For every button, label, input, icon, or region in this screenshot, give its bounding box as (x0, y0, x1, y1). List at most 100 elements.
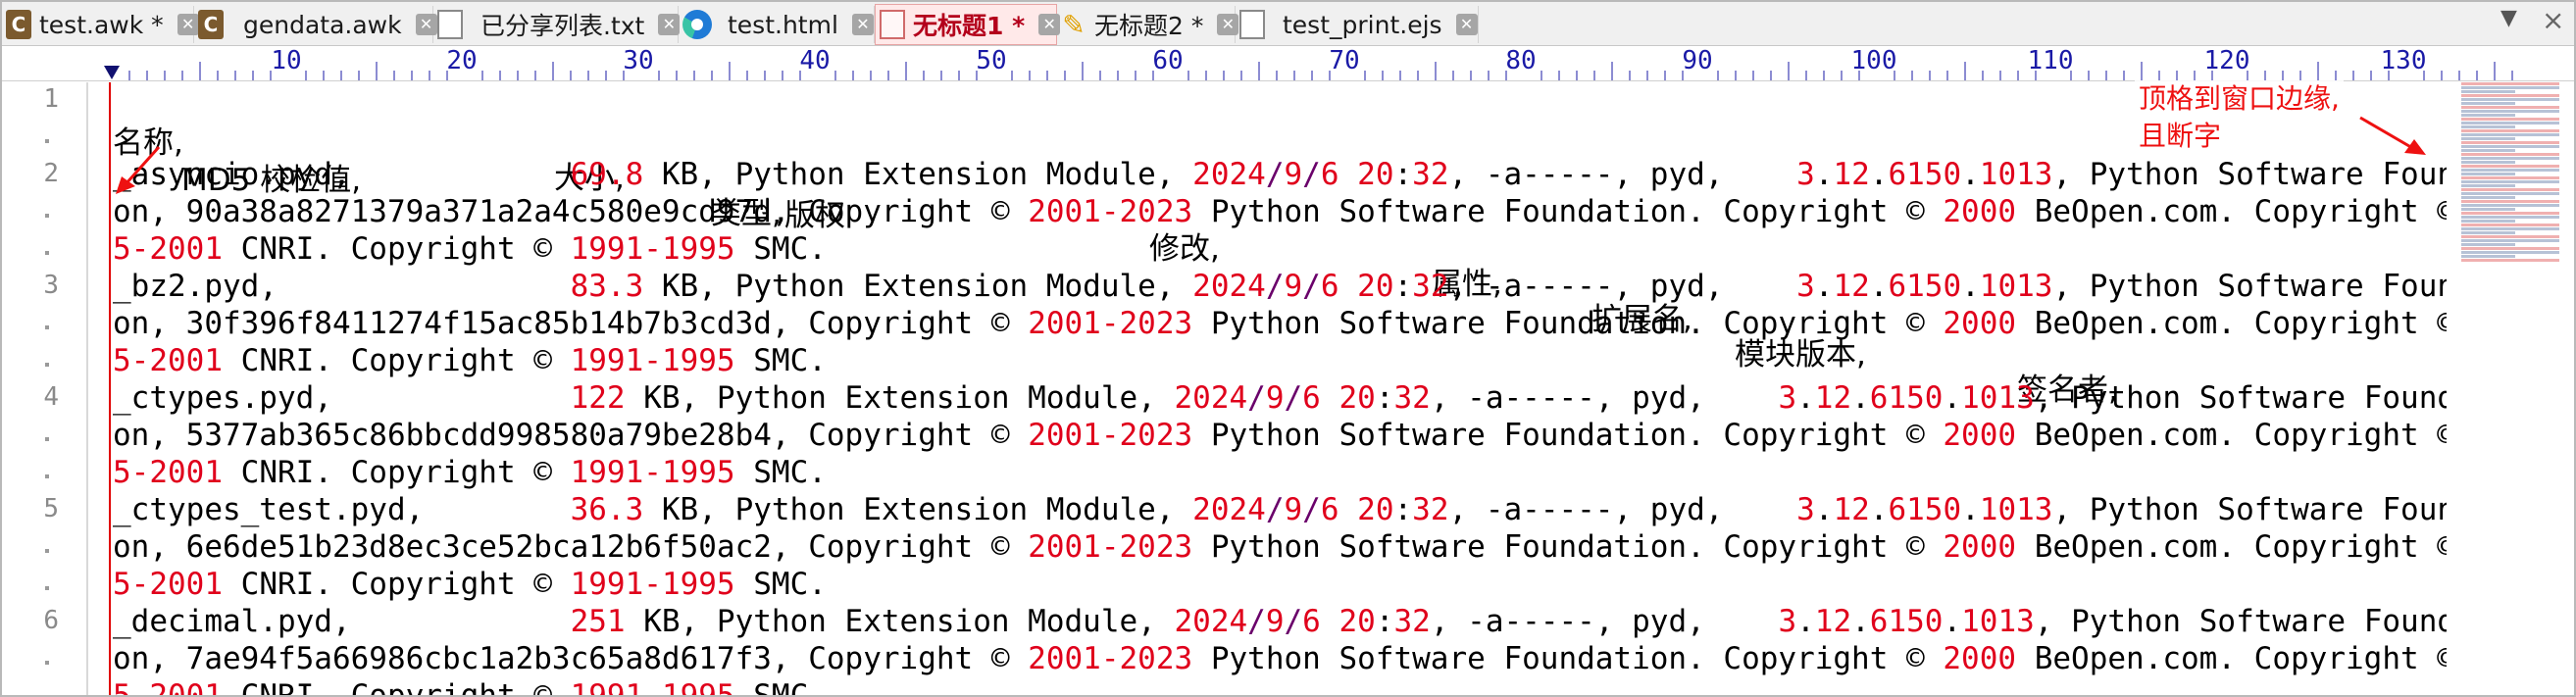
ruler-number: 40 (799, 46, 831, 75)
gutter-divider (86, 82, 88, 695)
text-segment: 12 (1833, 269, 1870, 304)
text-segment: 2023 (1119, 306, 1193, 341)
text-segment: : (1393, 492, 1413, 527)
text-segment: CNRI. Copyright © (223, 343, 571, 378)
minimap-line (2461, 153, 2559, 156)
entry-line-wrap: 5-2001 CNRI. Copyright © 1991-1995 SMC. (113, 567, 827, 604)
minimap-line (2461, 212, 2559, 215)
column-ruler: 10 20 30 40 50 60 70 80 90 100 110 120 1… (2, 46, 2574, 81)
minimap-line (2461, 220, 2515, 223)
text-segment: 9 (1284, 492, 1303, 527)
text-segment: - (643, 231, 662, 267)
minimap-line (2461, 231, 2515, 234)
text-segment: 2001 (1028, 306, 1101, 341)
text-segment: 20 (1357, 157, 1394, 192)
text-segment: KB, (643, 492, 735, 527)
wrap-marker (45, 437, 49, 441)
text-segment: Python Software Foundation. Copyright © (1192, 418, 1944, 453)
text-segment: 2001 (149, 678, 223, 697)
text-segment: 2024 (1174, 380, 1248, 416)
tab-list-dropdown-icon[interactable]: ▼ (2500, 6, 2517, 30)
text-segment: 2023 (1119, 418, 1193, 453)
close-icon[interactable]: ✕ (851, 14, 874, 35)
text-segment: 2023 (1119, 641, 1193, 676)
text-segment: KB, (625, 604, 717, 639)
edge-browser-icon (682, 10, 712, 39)
close-icon[interactable]: ✕ (1455, 14, 1478, 35)
tab-untitled-1[interactable]: 无标题1 * ✕ (875, 4, 1061, 45)
wrap-marker (45, 474, 49, 478)
text-segment: - (130, 455, 150, 490)
close-icon[interactable]: × (2542, 4, 2564, 36)
entry-line: _ctypes.pyd, 122 KB, Python Extension Mod… (113, 380, 2447, 418)
text-segment: 2001 (1028, 641, 1101, 676)
close-icon[interactable]: ✕ (658, 14, 681, 35)
text-segment: 3 (1796, 492, 1815, 527)
text-segment: . (1851, 604, 1870, 639)
entry-line-wrap: on, 7ae94f5a66986cbc1a2b3c65a8d617f3, Co… (113, 641, 2447, 678)
minimap-line (2461, 82, 2559, 85)
text-segment: : (1375, 604, 1394, 639)
text-segment: SMC. (734, 678, 827, 697)
text-segment (1339, 157, 1358, 192)
text-segment: , Python Software Foundati (2052, 157, 2447, 192)
minimap-line (2461, 239, 2559, 242)
minimap-line (2461, 192, 2559, 195)
entry-line-wrap: on, 5377ab365c86bbcdd998580a79be28b4, Co… (113, 418, 2447, 455)
tab-test-print-ejs[interactable]: test_print.ejs ✕ (1236, 6, 1479, 43)
text-segment: 3 (1778, 604, 1797, 639)
document-minimap[interactable] (2461, 82, 2569, 318)
text-editor-area[interactable]: 名称, 大小, 类型, 修改, 属性, 扩展名, 模块版本, 签名者, MD5 … (113, 82, 2447, 697)
tab-shared-list[interactable]: 已分享列表.txt ✕ (433, 6, 681, 43)
text-segment: 6 (1302, 604, 1321, 639)
text-segment: CNRI. Copyright © (223, 231, 571, 267)
minimap-line (2461, 188, 2559, 191)
line-number-gutter: 1 2 3 4 5 6 (2, 82, 106, 695)
tab-untitled-2[interactable]: ✎ 无标题2 * ✕ (1057, 6, 1239, 43)
text-segment: 32 (1393, 380, 1431, 416)
ruler-ticks (128, 62, 2513, 80)
text-segment: Python Software Foundation. Copyright © (1192, 194, 1944, 229)
text-segment: - (643, 567, 662, 602)
text-segment: : (1393, 157, 1413, 192)
minimap-line (2461, 125, 2515, 128)
file-name: _decimal.pyd, (113, 604, 351, 639)
text-segment: 6150 (1888, 492, 1962, 527)
text-segment: , Python Software Foundati (2052, 492, 2447, 527)
text-segment: , -a-----, pyd, (1448, 492, 1797, 527)
minimap-line (2461, 149, 2515, 152)
text-segment: 6 (1320, 157, 1339, 192)
text-segment: , Python Software Foundati (2034, 604, 2447, 639)
file-name: _asyncio.pyd, (113, 157, 351, 192)
text-segment: / (1247, 380, 1266, 416)
text-segment: - (1100, 194, 1120, 229)
text-segment: on, (113, 529, 186, 565)
text-file-icon (1239, 10, 1265, 39)
tab-test-html[interactable]: test.html ✕ (679, 6, 875, 43)
text-segment: 6 (1320, 492, 1339, 527)
text-segment: / (1302, 492, 1321, 527)
text-segment: 1995 (661, 455, 735, 490)
tab-gendata-awk[interactable]: C gendata.awk ✕ (194, 6, 437, 43)
text-segment: 1013 (1979, 157, 2053, 192)
text-segment: 6150 (1888, 269, 1962, 304)
text-segment: on, (113, 418, 186, 453)
wrap-marker (45, 214, 49, 218)
text-segment: - (130, 231, 150, 267)
minimap-line (2461, 165, 2559, 168)
text-segment: 3 (1796, 157, 1815, 192)
minimap-line (2461, 235, 2559, 238)
tab-test-awk[interactable]: C test.awk * ✕ (2, 6, 199, 43)
awk-file-icon: C (6, 10, 31, 39)
tab-label: 无标题2 * (1094, 12, 1204, 40)
entry-line-wrap: 5-2001 CNRI. Copyright © 1991-1995 SMC. (113, 678, 827, 697)
md5-hash: 30f396f8411274f15ac85b14b7b3cd3d (185, 306, 772, 341)
line-number: 6 (43, 606, 59, 635)
text-segment: 2000 (1943, 641, 2017, 676)
text-segment: 2000 (1943, 194, 2017, 229)
text-segment: , -a-----, pyd, (1448, 269, 1797, 304)
entry-line: _ctypes_test.pyd, 36.3 KB, Python Extensi… (113, 492, 2447, 529)
text-segment: 1991 (570, 231, 644, 267)
annotation-line: 且断字 (2139, 120, 2222, 152)
text-segment: 1013 (1979, 269, 2053, 304)
